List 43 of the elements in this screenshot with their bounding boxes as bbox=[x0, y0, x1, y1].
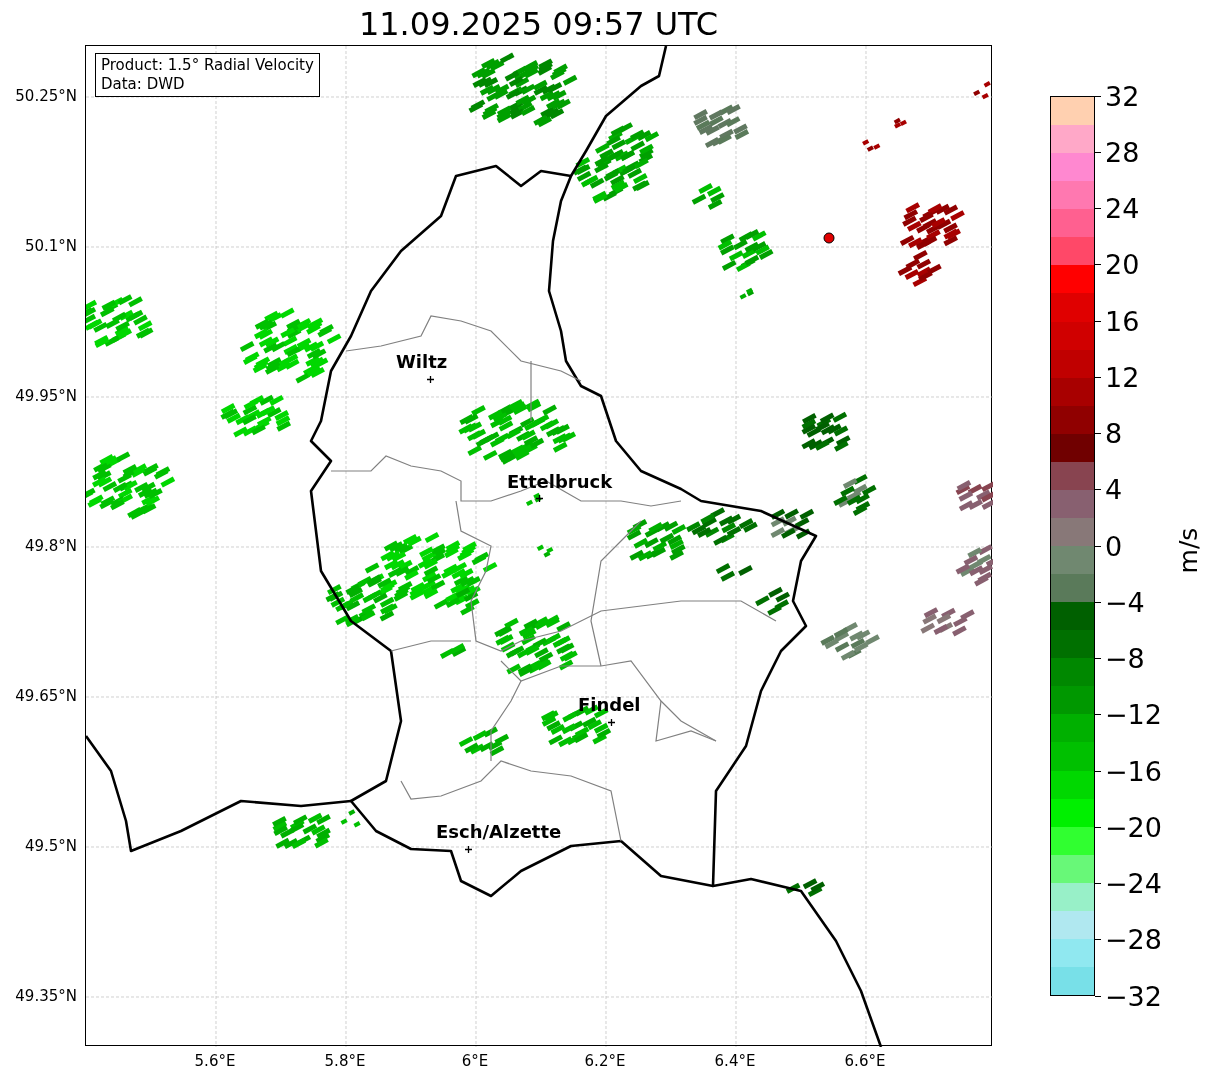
radar-site-marker bbox=[823, 232, 835, 244]
colorbar-tick-label: 4 bbox=[1105, 474, 1123, 506]
city-marker-icon bbox=[427, 376, 434, 383]
city-label: Esch/Alzette bbox=[436, 821, 562, 842]
colorbar-tick-label: 0 bbox=[1105, 530, 1123, 562]
x-axis-label: 5.8°E bbox=[324, 1052, 366, 1070]
x-axis-label: 6.2°E bbox=[584, 1052, 626, 1070]
colorbar-tick-label: 12 bbox=[1105, 361, 1140, 393]
colorbar-tick-label: 20 bbox=[1105, 249, 1140, 281]
x-axis-label: 5.6°E bbox=[194, 1052, 236, 1070]
city-label: Findel bbox=[578, 694, 641, 715]
info-text: Product: 1.5° Radial Velocity bbox=[101, 56, 314, 75]
city-marker-icon bbox=[465, 846, 472, 853]
info-text: Data: DWD bbox=[101, 75, 186, 94]
colorbar-tick-label: 32 bbox=[1105, 80, 1140, 112]
y-axis-label: 50.1°N bbox=[24, 237, 77, 255]
city-marker-icon bbox=[608, 719, 615, 726]
y-axis-label: 49.65°N bbox=[15, 687, 77, 705]
city-label: Wiltz bbox=[396, 351, 448, 372]
city-marker-icon bbox=[536, 495, 543, 502]
colorbar-tick-label: −8 bbox=[1105, 643, 1145, 674]
colorbar-tick-label: −32 bbox=[1105, 980, 1162, 1012]
chart-title: 11.09.2025 09:57 UTC bbox=[357, 4, 720, 45]
y-axis-label: 49.35°N bbox=[15, 987, 77, 1005]
city-label: Ettelbruck bbox=[507, 471, 613, 492]
x-axis-label: 6.4°E bbox=[714, 1052, 756, 1070]
colorbar-tick-label: 8 bbox=[1105, 418, 1123, 449]
colorbar-label: m/s bbox=[1174, 527, 1204, 574]
colorbar-tick-label: 16 bbox=[1105, 305, 1140, 337]
colorbar-tick-label: −28 bbox=[1105, 924, 1162, 956]
y-axis-label: 49.8°N bbox=[24, 537, 77, 555]
colorbar-tick-label: 24 bbox=[1105, 193, 1140, 224]
colorbar-tick-label: −16 bbox=[1105, 755, 1162, 787]
x-axis-label: 6.6°E bbox=[844, 1052, 886, 1070]
colorbar-tick-label: −20 bbox=[1105, 811, 1162, 843]
y-axis-label: 49.95°N bbox=[15, 387, 77, 405]
colorbar-tick-label: −4 bbox=[1105, 586, 1145, 618]
colorbar-tick-label: −12 bbox=[1105, 699, 1162, 731]
colorbar-tick-label: 28 bbox=[1105, 136, 1140, 168]
y-axis-label: 50.25°N bbox=[15, 87, 77, 105]
colorbar-tick-label: −24 bbox=[1105, 868, 1162, 899]
y-axis-label: 49.5°N bbox=[24, 837, 77, 855]
x-axis-label: 6°E bbox=[461, 1052, 489, 1070]
